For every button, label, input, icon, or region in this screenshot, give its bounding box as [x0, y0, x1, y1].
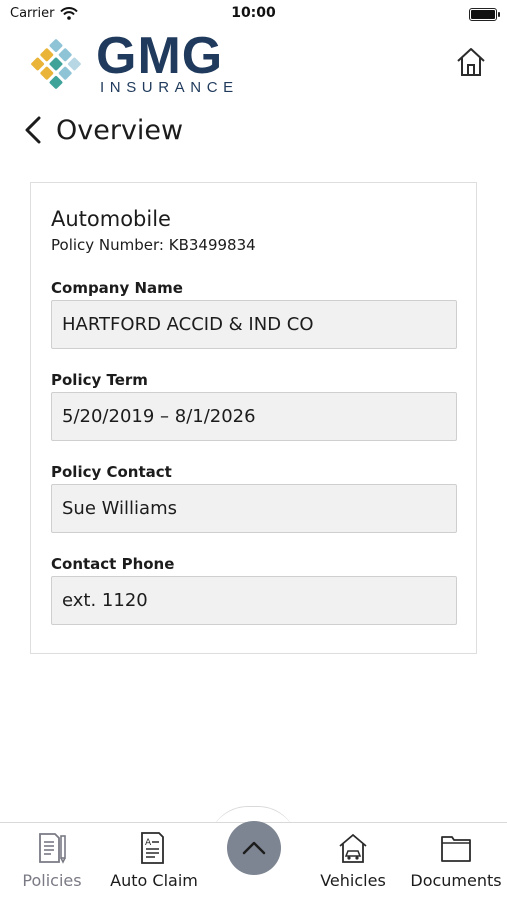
policy-number: Policy Number: KB3499834 — [51, 236, 256, 254]
policy-term-label: Policy Term — [51, 371, 148, 389]
page-title: Overview — [56, 114, 184, 146]
policy-type: Automobile — [51, 207, 171, 231]
back-navigation[interactable]: Overview — [22, 110, 183, 150]
policy-card: Automobile Policy Number: KB3499834 Comp… — [30, 182, 477, 654]
logo-mark-icon — [31, 39, 81, 89]
logo-subtitle: INSURANCE — [100, 79, 239, 96]
company-name-label: Company Name — [51, 279, 183, 297]
tab-auto-claim[interactable]: A Auto Claim — [108, 823, 200, 900]
battery-icon — [469, 8, 500, 21]
tab-documents[interactable]: Documents — [408, 823, 504, 900]
tab-policies-label: Policies — [22, 871, 82, 890]
center-expand-button[interactable] — [227, 821, 281, 875]
vehicles-icon — [339, 833, 367, 863]
gmg-logo: GMG INSURANCE — [24, 30, 254, 98]
svg-text:A: A — [145, 838, 152, 848]
policy-contact-label: Policy Contact — [51, 463, 172, 481]
logo-title: GMG — [96, 27, 224, 85]
tab-auto-claim-label: Auto Claim — [110, 871, 198, 890]
company-name-field: HARTFORD ACCID & IND CO — [51, 300, 457, 349]
chevron-left-icon[interactable] — [22, 115, 44, 145]
status-time: 10:00 — [231, 5, 276, 21]
tab-policies[interactable]: Policies — [18, 823, 86, 900]
contact-phone-label: Contact Phone — [51, 555, 175, 573]
chevron-up-icon — [242, 841, 266, 855]
status-bar: Carrier 10:00 — [0, 0, 507, 28]
policy-term-field: 5/20/2019 – 8/1/2026 — [51, 392, 457, 441]
contact-phone-value: ext. 1120 — [62, 590, 148, 611]
policy-contact-field: Sue Williams — [51, 484, 457, 533]
tab-documents-label: Documents — [410, 871, 502, 890]
policy-contact-value: Sue Williams — [62, 498, 177, 519]
contact-phone-field: ext. 1120 — [51, 576, 457, 625]
policy-term-value: 5/20/2019 – 8/1/2026 — [62, 406, 256, 427]
auto-claim-icon: A — [141, 832, 164, 864]
company-name-value: HARTFORD ACCID & IND CO — [62, 314, 314, 335]
home-icon[interactable] — [455, 46, 487, 78]
tab-vehicles-label: Vehicles — [320, 871, 386, 890]
documents-icon — [441, 836, 471, 862]
policies-icon — [39, 833, 66, 864]
tab-vehicles[interactable]: Vehicles — [316, 823, 390, 900]
